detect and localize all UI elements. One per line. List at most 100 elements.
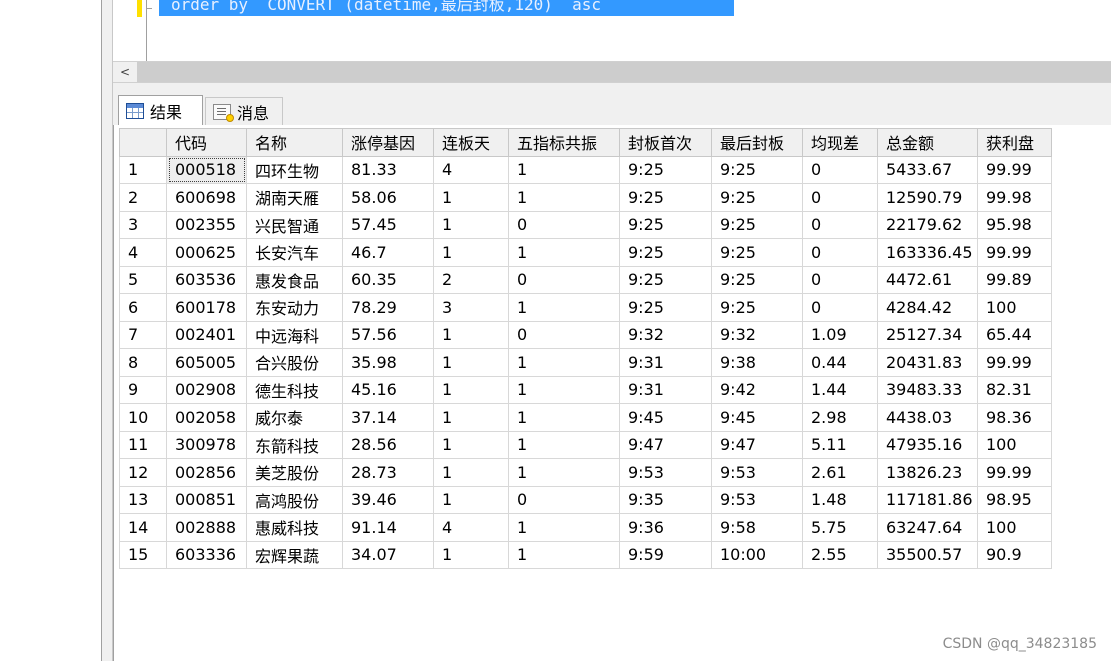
table-cell[interactable]: 600178 [166,293,247,322]
table-cell[interactable]: 9:36 [619,513,712,542]
row-number[interactable]: 4 [119,238,167,267]
row-number[interactable]: 11 [119,430,167,459]
sql-selected-line[interactable]: order by CONVERT (datetime,最后封板,120) asc [159,0,734,16]
table-cell[interactable]: 中远海科 [246,320,343,349]
tab-messages[interactable]: 消息 [205,97,283,125]
table-cell[interactable]: 300978 [166,430,247,459]
row-number[interactable]: 7 [119,320,167,349]
table-cell[interactable]: 4438.03 [877,403,978,432]
table-cell[interactable]: 99.99 [977,458,1052,487]
table-cell[interactable]: 10:00 [711,540,803,569]
table-cell[interactable]: 合兴股份 [246,348,343,377]
table-cell[interactable]: 湖南天雁 [246,183,343,212]
row-number[interactable]: 3 [119,210,167,239]
table-row[interactable]: 14 002888 惠威科技 91.14 4 1 9:36 9:58 5.75 63247.64 1… [119,513,1052,542]
table-cell[interactable]: 1 [508,293,620,322]
table-cell[interactable]: 1 [508,375,620,404]
table-cell[interactable]: 002355 [166,210,247,239]
table-cell[interactable]: 0 [802,210,878,239]
table-cell[interactable]: 0 [508,485,620,514]
table-cell[interactable]: 99.98 [977,183,1052,212]
table-cell[interactable]: 9:45 [711,403,803,432]
table-cell[interactable]: 002888 [166,513,247,542]
table-cell[interactable]: 603336 [166,540,247,569]
column-header[interactable]: 均现差 [802,128,878,157]
table-cell[interactable]: 28.73 [342,458,434,487]
table-cell[interactable]: 9:25 [619,265,712,294]
table-cell[interactable]: 9:59 [619,540,712,569]
table-cell[interactable]: 3 [433,293,509,322]
table-cell[interactable]: 9:31 [619,375,712,404]
column-header[interactable]: 获利盘 [977,128,1052,157]
table-cell[interactable]: 0.44 [802,348,878,377]
column-header[interactable]: 最后封板 [711,128,803,157]
table-cell[interactable]: 1 [433,183,509,212]
row-number[interactable]: 9 [119,375,167,404]
table-cell[interactable]: 002856 [166,458,247,487]
table-row[interactable]: 11 300978 东箭科技 28.56 1 1 9:47 9:47 5.11 47935.16 1… [119,430,1052,459]
table-cell[interactable]: 39.46 [342,485,434,514]
table-cell[interactable]: 兴民智通 [246,210,343,239]
table-cell[interactable]: 9:25 [619,155,712,184]
table-cell[interactable]: 1.48 [802,485,878,514]
table-cell[interactable]: 美芝股份 [246,458,343,487]
table-row[interactable]: 12 002856 美芝股份 28.73 1 1 9:53 9:53 2.61 13826.23 9… [119,458,1052,487]
table-cell[interactable]: 58.06 [342,183,434,212]
column-header[interactable]: 连板天 [433,128,509,157]
table-cell[interactable]: 5.11 [802,430,878,459]
table-cell[interactable]: 9:53 [711,485,803,514]
table-cell[interactable]: 35.98 [342,348,434,377]
table-cell[interactable]: 35500.57 [877,540,978,569]
table-cell[interactable]: 1 [508,513,620,542]
table-cell[interactable]: 1 [508,183,620,212]
table-cell[interactable]: 98.95 [977,485,1052,514]
table-cell[interactable]: 4472.61 [877,265,978,294]
table-cell[interactable]: 9:25 [711,265,803,294]
table-cell[interactable]: 东箭科技 [246,430,343,459]
table-row[interactable]: 5 603536 惠发食品 60.35 2 0 9:25 9:25 0 4472.61 99.89 [119,265,1052,294]
row-number[interactable]: 10 [119,403,167,432]
table-cell[interactable]: 1 [508,458,620,487]
table-cell[interactable]: 高鸿股份 [246,485,343,514]
table-cell[interactable]: 57.45 [342,210,434,239]
table-cell[interactable]: 37.14 [342,403,434,432]
table-cell[interactable]: 1 [433,485,509,514]
table-cell[interactable]: 78.29 [342,293,434,322]
table-cell[interactable]: 12590.79 [877,183,978,212]
table-cell[interactable]: 117181.86 [877,485,978,514]
table-cell[interactable]: 45.16 [342,375,434,404]
table-cell[interactable]: 惠发食品 [246,265,343,294]
table-row[interactable]: 8 605005 合兴股份 35.98 1 1 9:31 9:38 0.44 20431.83 99… [119,348,1052,377]
sql-editor[interactable]: order by CONVERT (datetime,最后封板,120) asc [113,0,1111,61]
table-cell[interactable]: 1 [433,210,509,239]
table-cell[interactable]: 5.75 [802,513,878,542]
table-cell[interactable]: 65.44 [977,320,1052,349]
tab-results[interactable]: 结果 [118,95,203,126]
table-cell[interactable]: 22179.62 [877,210,978,239]
table-cell[interactable]: 0 [802,265,878,294]
table-cell[interactable]: 100 [977,430,1052,459]
column-header[interactable]: 封板首次 [619,128,712,157]
table-cell[interactable]: 1 [508,540,620,569]
column-header[interactable]: 代码 [166,128,247,157]
table-cell[interactable]: 0 [802,155,878,184]
table-cell[interactable]: 东安动力 [246,293,343,322]
table-cell[interactable]: 20431.83 [877,348,978,377]
row-number[interactable]: 2 [119,183,167,212]
row-number[interactable]: 14 [119,513,167,542]
table-cell[interactable]: 0 [802,183,878,212]
table-cell[interactable]: 1 [433,348,509,377]
table-cell[interactable]: 1.09 [802,320,878,349]
column-header[interactable]: 名称 [246,128,343,157]
table-cell[interactable]: 000518 [166,155,247,184]
table-cell[interactable]: 82.31 [977,375,1052,404]
table-cell[interactable]: 9:58 [711,513,803,542]
table-cell[interactable]: 长安汽车 [246,238,343,267]
table-cell[interactable]: 100 [977,293,1052,322]
table-row[interactable]: 4 000625 长安汽车 46.7 1 1 9:25 9:25 0 163336.45 99.99 [119,238,1052,267]
table-cell[interactable]: 2.55 [802,540,878,569]
table-cell[interactable]: 603536 [166,265,247,294]
table-cell[interactable]: 1 [433,458,509,487]
table-cell[interactable]: 99.99 [977,155,1052,184]
table-row[interactable]: 3 002355 兴民智通 57.45 1 0 9:25 9:25 0 22179.62 95.98 [119,210,1052,239]
